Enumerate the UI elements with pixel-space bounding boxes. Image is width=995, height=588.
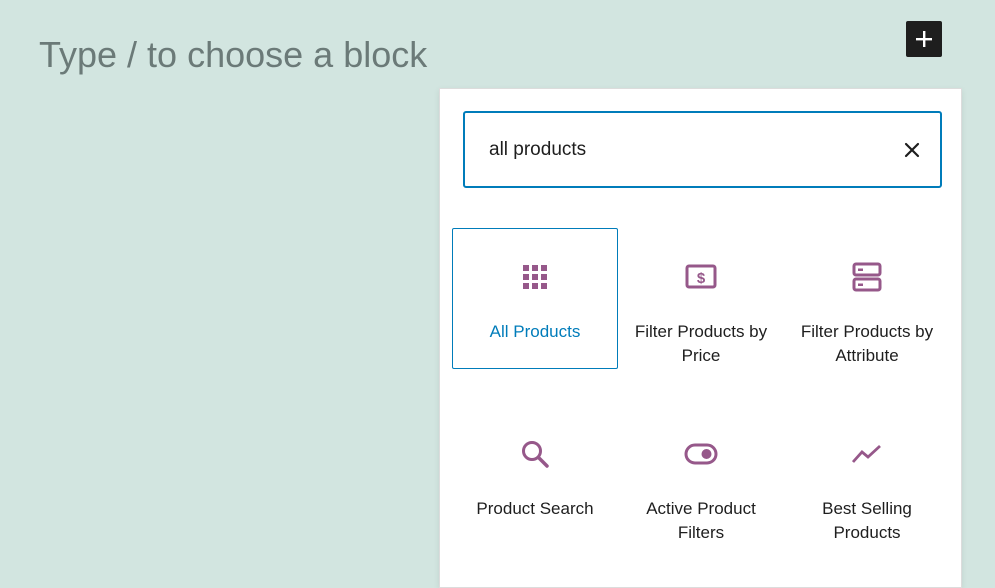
block-label: Active Product Filters xyxy=(646,499,756,542)
search-icon xyxy=(522,441,549,468)
money-icon: $ xyxy=(685,264,717,289)
block-filter-products-by-attribute[interactable]: Filter Products by Attribute xyxy=(784,228,950,369)
block-label: Best Selling Products xyxy=(822,499,912,542)
block-best-selling-products[interactable]: Best Selling Products xyxy=(784,405,950,546)
trending-icon xyxy=(851,444,881,463)
block-label: All Products xyxy=(489,322,581,341)
block-filter-products-by-price[interactable]: $ Filter Products by Price xyxy=(618,228,784,369)
block-label: Product Search xyxy=(476,499,594,518)
block-all-products[interactable]: All Products xyxy=(452,228,618,369)
search-input[interactable] xyxy=(465,113,885,186)
block-active-product-filters[interactable]: Active Product Filters xyxy=(618,405,784,546)
clear-search-button[interactable] xyxy=(900,138,924,162)
search-box xyxy=(463,111,942,188)
block-product-search[interactable]: Product Search xyxy=(452,405,618,546)
block-label: Filter Products by Attribute xyxy=(800,322,934,365)
svg-text:$: $ xyxy=(697,270,706,287)
add-block-button[interactable] xyxy=(906,21,942,57)
close-icon xyxy=(904,142,920,158)
server-icon xyxy=(852,262,882,292)
block-inserter-panel: All Products $ Filter Products by Price … xyxy=(439,88,962,588)
grid-icon xyxy=(523,265,547,289)
block-placeholder[interactable]: Type / to choose a block xyxy=(39,33,427,77)
plus-icon xyxy=(916,31,932,47)
block-label: Filter Products by Price xyxy=(634,322,768,365)
toggle-icon xyxy=(684,443,718,465)
